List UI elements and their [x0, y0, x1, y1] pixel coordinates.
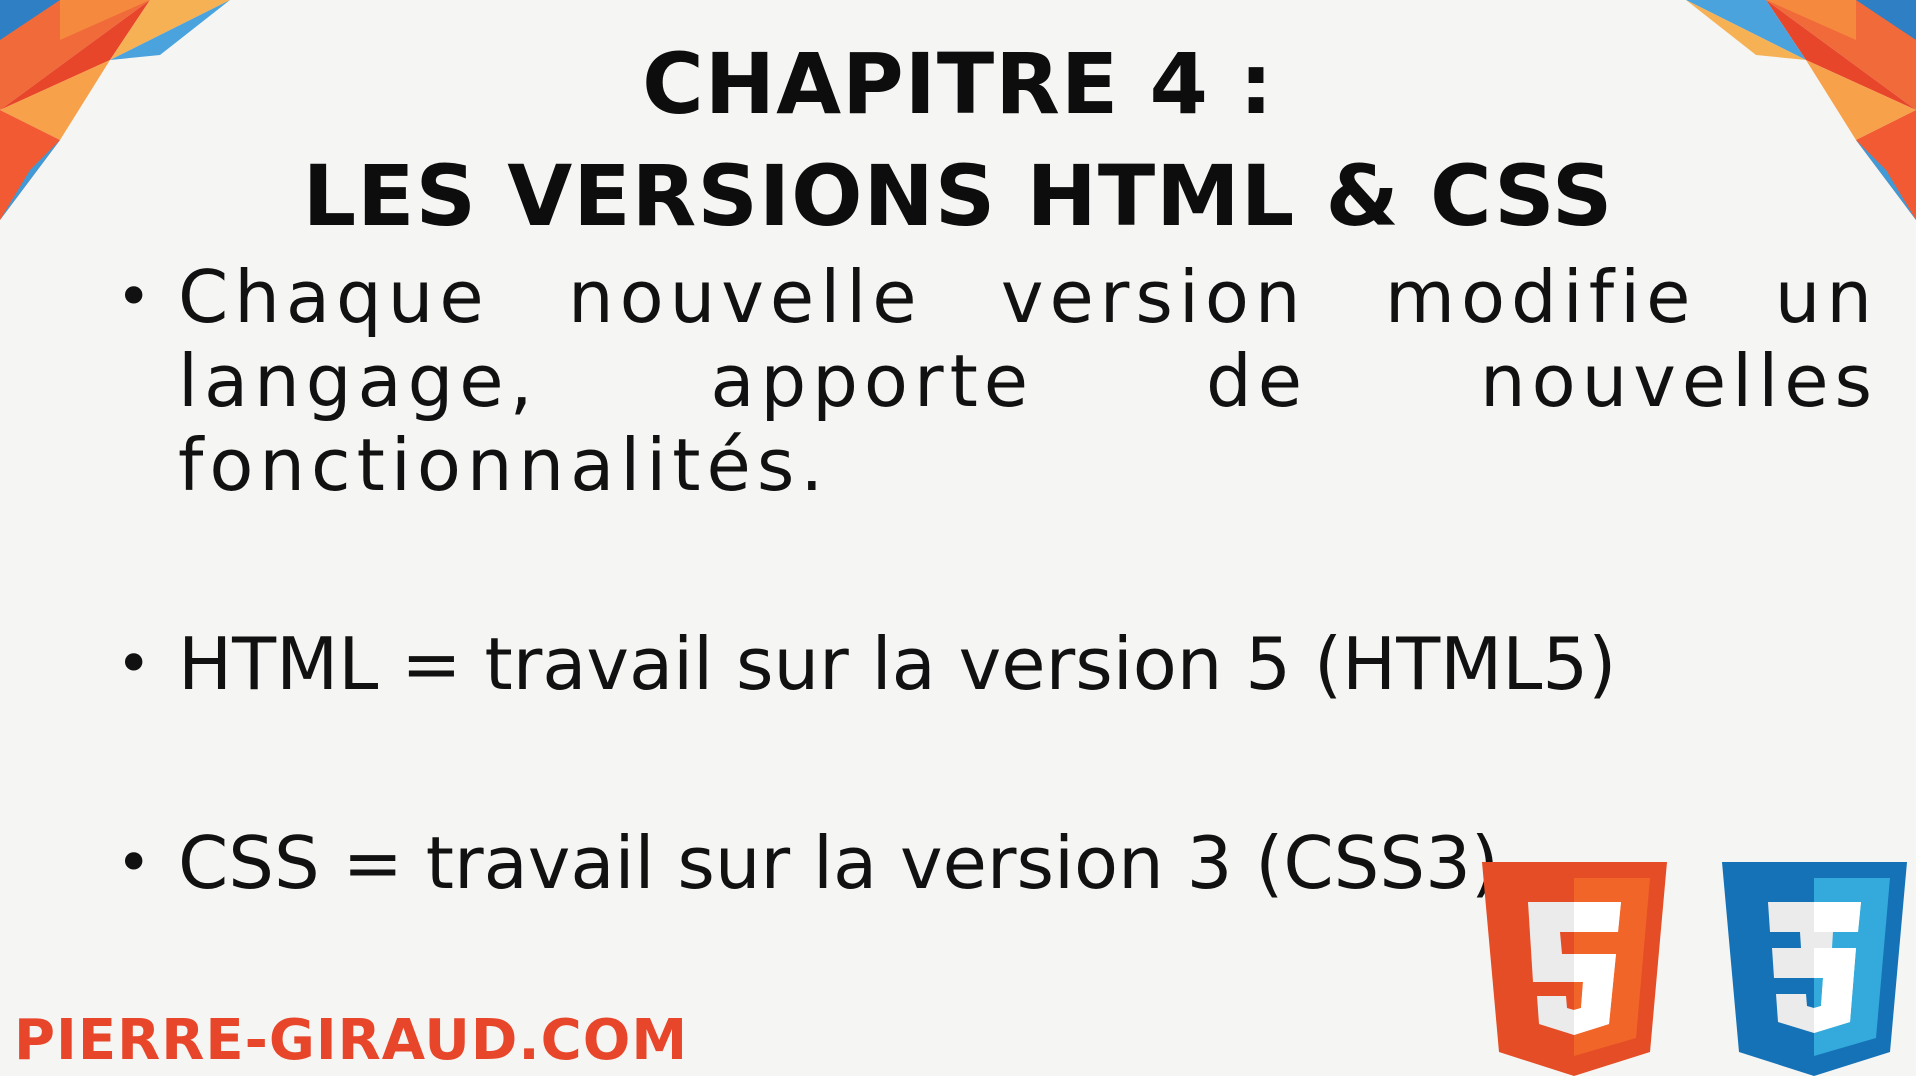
slide: CHAPITRE 4 : LES VERSIONS HTML & CSS • C…: [0, 0, 1916, 1076]
bullet-icon: •: [116, 629, 152, 699]
brand-watermark: PIERRE-GIRAUD.COM: [14, 1008, 689, 1073]
bullet-icon: •: [116, 828, 152, 898]
slide-title: CHAPITRE 4 : LES VERSIONS HTML & CSS: [0, 28, 1916, 252]
title-line-2: LES VERSIONS HTML & CSS: [302, 147, 1614, 245]
css3-logo-icon: [1722, 862, 1907, 1076]
bullet-icon: •: [116, 262, 158, 332]
bullet-item: • Chaque nouvelle version modifie un lan…: [108, 255, 1878, 507]
bullet-text: Chaque nouvelle version modifie un langa…: [178, 255, 1878, 507]
html5-logo-icon: [1482, 862, 1667, 1076]
bullet-text: CSS = travail sur la version 3 (CSS3): [178, 821, 1499, 905]
bullet-text: HTML = travail sur la version 5 (HTML5): [178, 622, 1617, 706]
bullet-list: • Chaque nouvelle version modifie un lan…: [108, 255, 1872, 905]
bullet-item: • HTML = travail sur la version 5 (HTML5…: [108, 622, 1808, 706]
title-line-1: CHAPITRE 4 :: [642, 35, 1274, 133]
